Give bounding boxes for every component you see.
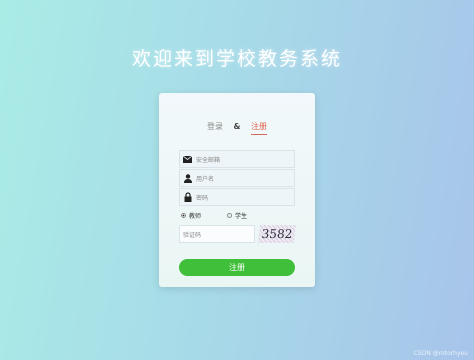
username-placeholder: 用户名: [196, 175, 215, 183]
teacher-radio[interactable]: [181, 213, 186, 218]
watermark: CSDN @rotorhyeu: [413, 350, 468, 357]
username-field[interactable]: 用户名: [179, 169, 295, 187]
mail-icon: [182, 154, 193, 165]
tab-register[interactable]: 注册: [251, 122, 268, 135]
password-placeholder: 密码: [196, 194, 209, 202]
captcha-placeholder: 验证码: [183, 231, 202, 239]
tab-login[interactable]: 登录: [207, 122, 223, 131]
role-student[interactable]: 学生: [227, 211, 247, 220]
tab-separator: &: [233, 122, 241, 131]
auth-tabs: 登录 & 注册: [159, 121, 315, 135]
captcha-image[interactable]: 3582: [258, 225, 296, 243]
email-field[interactable]: 安全邮箱: [179, 150, 295, 168]
role-teacher[interactable]: 教师: [181, 211, 201, 220]
user-icon: [182, 173, 193, 184]
lock-icon: [182, 192, 193, 203]
page-title: 欢迎来到学校教务系统: [131, 48, 342, 70]
student-radio[interactable]: [227, 213, 233, 218]
captcha-input[interactable]: 验证码: [179, 225, 255, 243]
student-label: 学生: [235, 213, 248, 220]
email-placeholder: 安全邮箱: [196, 156, 221, 164]
teacher-label: 教师: [189, 213, 202, 220]
register-card: 登录 & 注册 安全邮箱 用户名 密码 教师 学生 验证码 3582 注册: [159, 93, 315, 287]
register-button[interactable]: 注册: [179, 259, 295, 276]
password-field[interactable]: 密码: [179, 188, 295, 206]
captcha-text: 3582: [260, 227, 294, 241]
role-selector: 教师 学生: [181, 211, 273, 220]
